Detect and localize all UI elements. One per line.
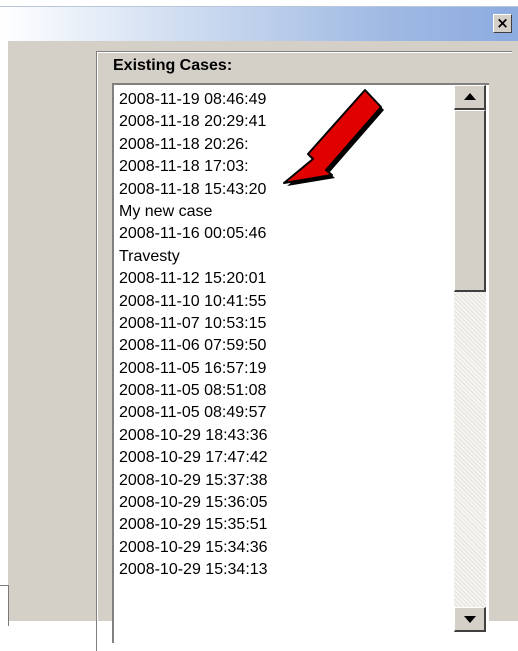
case-list-item[interactable]: 2008-11-06 07:59:50 — [119, 335, 268, 357]
case-list-item[interactable]: 2008-11-18 17:03: — [119, 156, 268, 178]
scroll-down-button[interactable] — [454, 607, 486, 632]
case-list-item[interactable]: 2008-10-29 15:37:38 — [119, 470, 268, 492]
scroll-thumb[interactable] — [454, 110, 486, 292]
case-list-item[interactable]: 2008-11-05 16:57:19 — [119, 358, 268, 380]
case-list-item[interactable]: 2008-10-29 15:34:36 — [119, 537, 268, 559]
close-button[interactable]: × — [493, 14, 512, 33]
up-arrow-icon — [464, 93, 476, 100]
case-list-item[interactable]: Travesty — [119, 246, 268, 268]
down-arrow-icon — [464, 616, 476, 623]
case-list-item[interactable]: 2008-10-29 15:34:13 — [119, 559, 268, 581]
case-list-item[interactable]: My new case — [119, 201, 268, 223]
case-list-item[interactable]: 2008-11-16 00:05:46 — [119, 223, 268, 245]
case-list-item[interactable]: 2008-10-29 18:43:36 — [119, 425, 268, 447]
left-field — [0, 585, 9, 626]
existing-cases-label: Existing Cases: — [113, 57, 233, 74]
scroll-up-button[interactable] — [454, 85, 486, 110]
vertical-scrollbar[interactable] — [454, 85, 486, 632]
case-list-item[interactable]: 2008-11-18 20:29:41 — [119, 111, 268, 133]
case-list-item[interactable]: 2008-11-05 08:51:08 — [119, 380, 268, 402]
case-list-item[interactable]: 2008-11-18 15:43:20 — [119, 179, 268, 201]
case-list-item[interactable]: 2008-10-29 17:47:42 — [119, 447, 268, 469]
case-list-item[interactable]: 2008-11-18 20:26: — [119, 134, 268, 156]
red-arrow-icon — [283, 89, 384, 186]
left-panel-edge — [0, 41, 8, 621]
case-list-item[interactable]: 2008-11-07 10:53:15 — [119, 313, 268, 335]
case-list-item[interactable]: 2008-11-19 08:46:49 — [119, 89, 268, 111]
case-list-item[interactable]: 2008-10-29 15:36:05 — [119, 492, 268, 514]
title-bar: × — [0, 6, 518, 41]
case-list-item[interactable]: 2008-11-10 10:41:55 — [119, 291, 268, 313]
case-list-item[interactable]: 2008-10-29 15:35:51 — [119, 514, 268, 536]
case-list-item[interactable]: 2008-11-05 08:49:57 — [119, 402, 268, 424]
cases-list: 2008-11-19 08:46:49 2008-11-18 20:29:41 20… — [119, 89, 268, 582]
case-list-item[interactable]: 2008-11-12 15:20:01 — [119, 268, 268, 290]
